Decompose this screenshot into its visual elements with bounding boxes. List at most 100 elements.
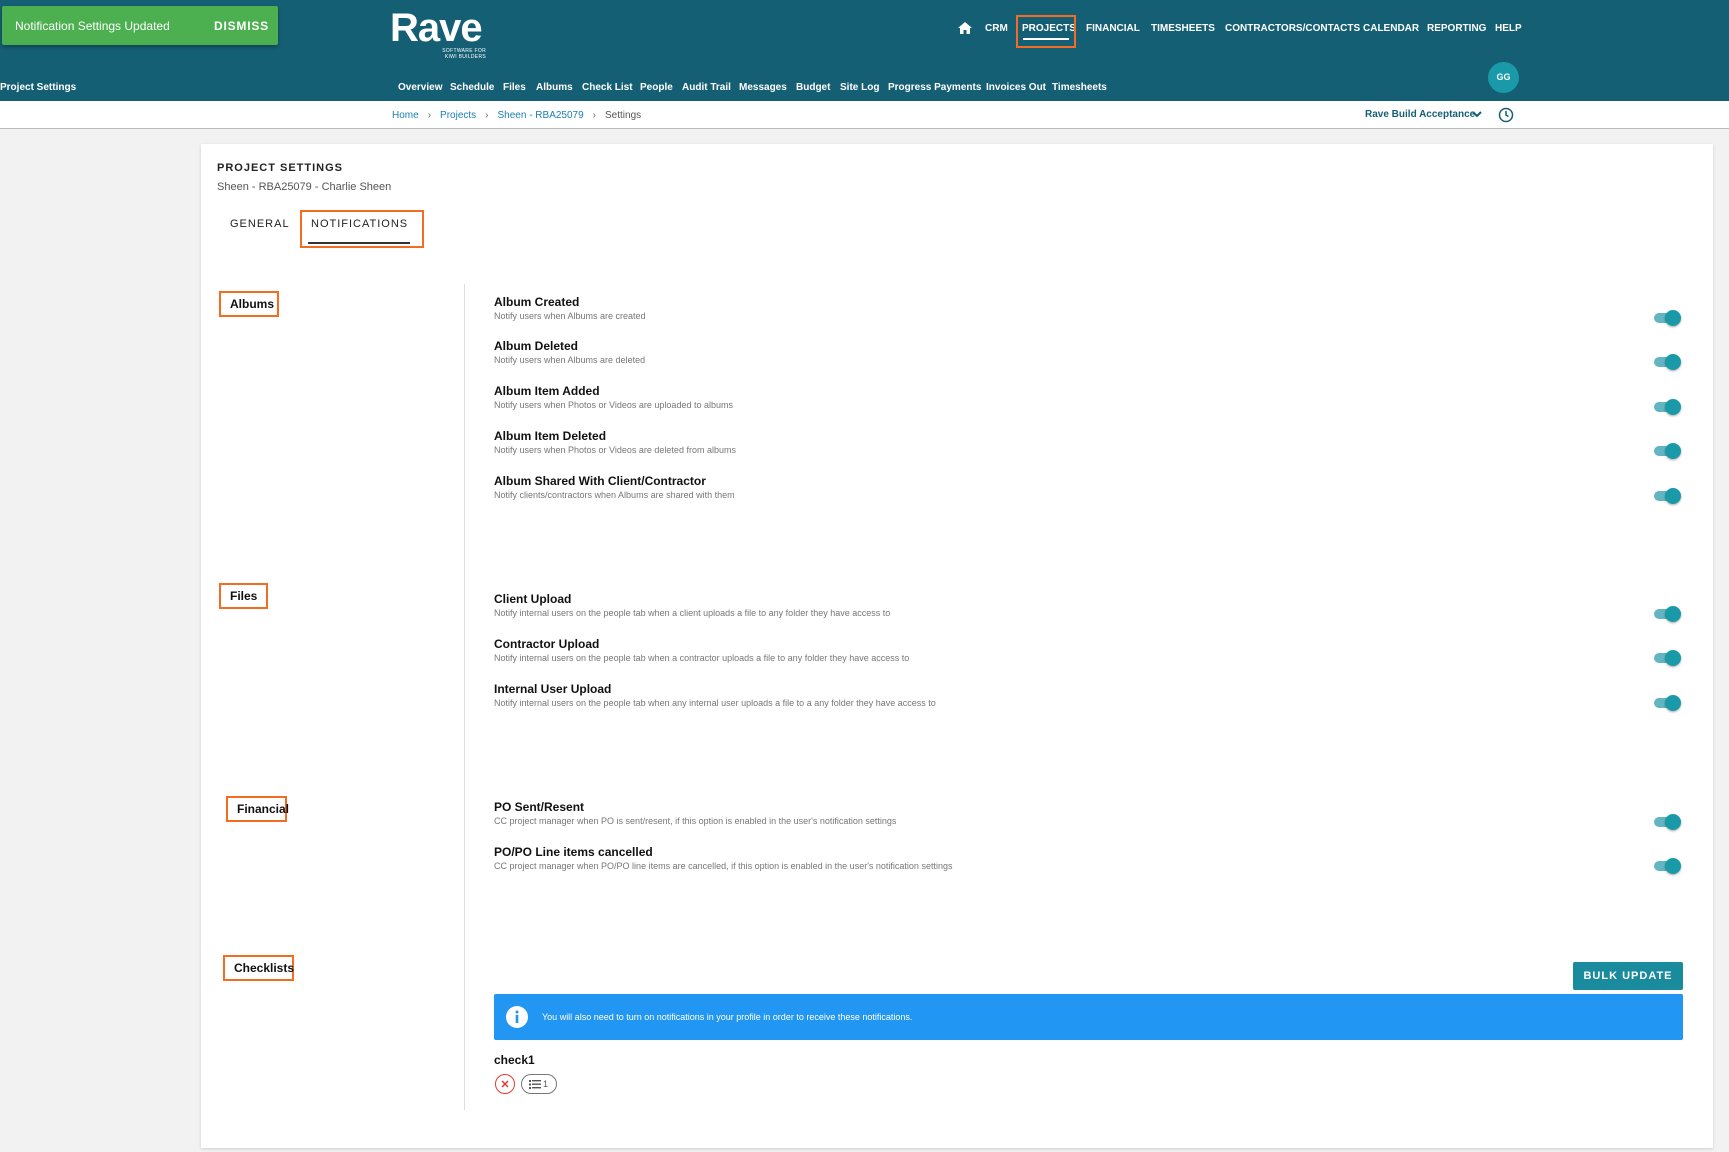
toggle-knob [1665,695,1681,711]
section-divider [464,284,465,1110]
logo-wordmark: Rave [390,6,483,50]
tab-general[interactable]: GENERAL [230,218,290,230]
home-icon[interactable] [958,22,972,34]
breadcrumb-separator: › [592,110,597,121]
subnav-check-list[interactable]: Check List [582,82,633,93]
subnav-invoices-out[interactable]: Invoices Out [986,82,1046,93]
breadcrumb-project[interactable]: Sheen - RBA25079 [498,110,584,121]
breadcrumb: Home › Projects › Sheen - RBA25079 › Settings [392,110,641,121]
subnav-project-settings[interactable]: Project Settings [0,82,76,94]
toggle-po-line-cancelled[interactable] [1651,857,1683,875]
subnav-budget[interactable]: Budget [796,82,830,93]
setting-album-shared: Album Shared With Client/Contractor Noti… [494,474,735,500]
checklist-items-chip[interactable]: 1 [521,1074,557,1094]
setting-description: CC project manager when PO/PO line items… [494,861,953,871]
toggle-album-item-added[interactable] [1651,398,1683,416]
toggle-album-item-deleted[interactable] [1651,442,1683,460]
active-tab-underline [308,242,410,244]
subnav-files[interactable]: Files [503,82,526,93]
user-avatar[interactable]: GG [1488,62,1519,93]
notification-toast: Notification Settings Updated DISMISS [2,6,278,45]
setting-title: Album Item Added [494,384,600,398]
breadcrumb-home[interactable]: Home [392,110,419,121]
toggle-contractor-upload[interactable] [1651,649,1683,667]
info-banner: You will also need to turn on notificati… [494,994,1683,1040]
subnav-site-log[interactable]: Site Log [840,82,879,93]
dismiss-button[interactable]: DISMISS [214,19,269,33]
close-icon [501,1080,509,1088]
logo-tagline: SOFTWARE FOR KIWI BUILDERS [442,48,486,60]
projects-underline [1023,38,1069,40]
setting-description: Notify clients/contractors when Albums a… [494,490,735,500]
toggle-po-sent[interactable] [1651,813,1683,831]
toggle-knob [1665,399,1681,415]
nav-crm[interactable]: CRM [985,23,1008,34]
checklist-name: check1 [494,1053,535,1067]
setting-po-sent: PO Sent/Resent CC project manager when P… [494,800,896,826]
subnav-messages[interactable]: Messages [739,82,787,93]
setting-title: Internal User Upload [494,682,612,696]
toggle-internal-user-upload[interactable] [1651,694,1683,712]
subnav-audit-trail[interactable]: Audit Trail [682,82,731,93]
breadcrumb-bar: Home › Projects › Sheen - RBA25079 › Settings … [0,101,1729,129]
toggle-knob [1665,488,1681,504]
setting-description: CC project manager when PO is sent/resen… [494,816,897,826]
setting-description: Notify internal users on the people tab … [494,653,910,663]
environment-selector[interactable]: Rave Build Acceptance [1365,109,1482,120]
setting-album-item-added: Album Item Added Notify users when Photo… [494,384,733,410]
setting-description: Notify users when Photos or Videos are u… [494,400,733,410]
toggle-knob [1665,650,1681,666]
subnav-timesheets[interactable]: Timesheets [1052,82,1107,93]
breadcrumb-projects[interactable]: Projects [440,110,476,121]
nav-reporting[interactable]: REPORTING [1427,23,1486,34]
checklist-item-count: 1 [543,1079,549,1089]
environment-label: Rave Build Acceptance [1365,109,1476,120]
setting-description: Notify internal users on the people tab … [494,608,891,618]
nav-timesheets[interactable]: TIMESHEETS [1151,23,1215,34]
nav-help[interactable]: HELP [1495,23,1522,34]
setting-title: Album Shared With Client/Contractor [494,474,706,488]
setting-album-item-deleted: Album Item Deleted Notify users when Pho… [494,429,736,455]
subnav-albums[interactable]: Albums [536,82,573,93]
setting-title: Client Upload [494,592,572,606]
subnav-schedule[interactable]: Schedule [450,82,494,93]
toggle-client-upload[interactable] [1651,605,1683,623]
setting-internal-user-upload: Internal User Upload Notify internal use… [494,682,936,708]
nav-contractors-contacts[interactable]: CONTRACTORS/CONTACTS [1225,23,1360,34]
breadcrumb-current: Settings [605,110,642,121]
section-label-checklists: Checklists [223,955,294,981]
breadcrumb-separator: › [427,110,432,121]
toggle-knob [1665,443,1681,459]
toggle-knob [1665,814,1681,830]
info-icon [506,1006,528,1028]
toggle-album-deleted[interactable] [1651,353,1683,371]
rave-logo[interactable]: Rave SOFTWARE FOR KIWI BUILDERS [390,6,490,60]
setting-title: PO Sent/Resent [494,800,585,814]
toggle-knob [1665,858,1681,874]
page-subtitle: Sheen - RBA25079 - Charlie Sheen [217,181,392,193]
section-label-albums: Albums [219,291,279,317]
toast-message: Notification Settings Updated [15,19,170,33]
setting-description: Notify internal users on the people tab … [494,698,936,708]
toggle-album-shared[interactable] [1651,487,1683,505]
setting-title: Album Deleted [494,339,579,353]
section-label-financial: Financial [226,796,289,822]
toggle-knob [1665,606,1681,622]
setting-album-created: Album Created Notify users when Albums a… [494,295,646,321]
subnav-progress-payments[interactable]: Progress Payments [888,82,981,93]
setting-description: Notify users when Albums are deleted [494,355,646,365]
setting-po-line-cancelled: PO/PO Line items cancelled CC project ma… [494,845,952,871]
subnav-overview[interactable]: Overview [398,82,442,93]
setting-description: Notify users when Photos or Videos are d… [494,445,736,455]
nav-calendar[interactable]: CALENDAR [1363,23,1419,34]
info-message: You will also need to turn on notificati… [542,1012,913,1022]
setting-title: Album Created [494,295,580,309]
subnav-people[interactable]: People [640,82,673,93]
project-settings-card: PROJECT SETTINGS Sheen - RBA25079 - Char… [201,144,1713,1148]
history-icon[interactable] [1498,107,1514,123]
disabled-status-button[interactable] [495,1074,515,1094]
nav-financial[interactable]: FINANCIAL [1086,23,1140,34]
bulk-update-button[interactable]: BULK UPDATE [1573,962,1683,990]
toggle-album-created[interactable] [1651,309,1683,327]
tab-notifications[interactable]: NOTIFICATIONS [311,218,408,230]
